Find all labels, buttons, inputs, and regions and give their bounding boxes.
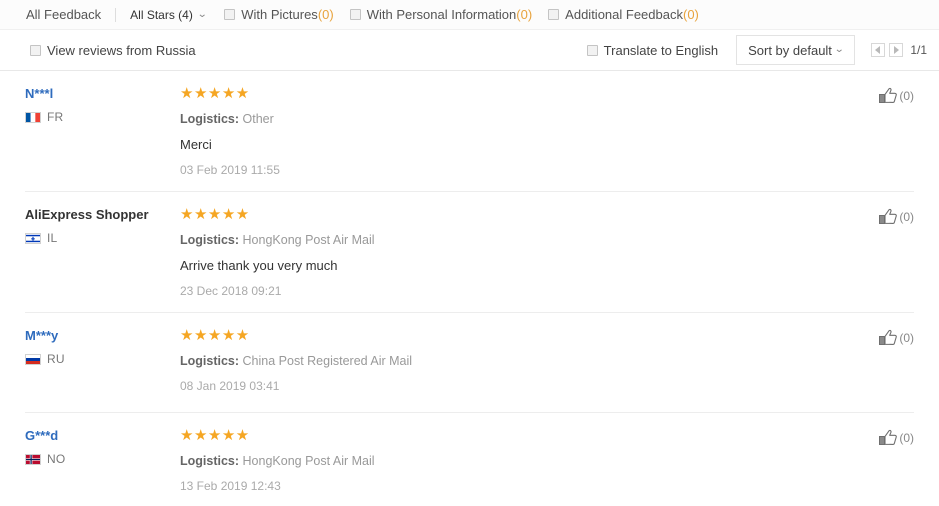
review-star-rating: ★★★★★ (180, 427, 250, 444)
review-logistics: Logistics: HongKong Post Air Mail (180, 232, 914, 248)
review-star-rating: ★★★★★ (180, 327, 250, 344)
review-logistics-label: Logistics: (180, 454, 240, 468)
thumbs-up-icon (879, 429, 898, 445)
review-logistics-label: Logistics: (180, 354, 240, 368)
review-date: 03 Feb 2019 11:55 (180, 163, 280, 177)
additional-feedback-count: (0) (682, 7, 699, 22)
review-logistics-value: HongKong Post Air Mail (242, 233, 375, 247)
review-helpful-count: (0) (899, 331, 914, 345)
with-personal-information-label: With Personal Information (366, 7, 517, 22)
flag-israel-icon (25, 232, 41, 244)
pagination: 1/1 (871, 43, 927, 57)
filter-with-pictures[interactable]: With Pictures (0) (224, 7, 334, 22)
review-date: 13 Feb 2019 12:43 (180, 479, 281, 493)
review-country: FR (25, 110, 155, 124)
review-username: AliExpress Shopper (25, 207, 149, 222)
with-personal-information-checkbox[interactable] (349, 9, 361, 20)
feedback-options-bar: View reviews from Russia Translate to En… (0, 30, 939, 71)
filter-all-feedback[interactable]: All Feedback (26, 7, 115, 22)
review-country-code: RU (47, 352, 65, 366)
filter-with-personal-information[interactable]: With Personal Information (0) (349, 7, 533, 22)
review-country-code: FR (47, 110, 64, 124)
pagination-prev-button[interactable] (871, 43, 886, 57)
review-body-column: ★★★★★ Logistics: Other Merci 03 Feb 2019… (155, 85, 914, 178)
filter-all-stars-dropdown[interactable]: All Stars (4) ⌄ (130, 7, 208, 22)
review-date: 08 Jan 2019 03:41 (180, 379, 280, 393)
with-pictures-label: With Pictures (241, 7, 318, 22)
sort-dropdown-label: Sort by default (748, 42, 832, 58)
review-logistics: Logistics: China Post Registered Air Mai… (180, 353, 914, 369)
review-date: 23 Dec 2018 09:21 (180, 284, 282, 298)
review-logistics-label: Logistics: (180, 112, 240, 126)
filter-divider (115, 7, 117, 22)
review-item: N***l FR ★★★★★ Logistics: Other Merci 03… (25, 71, 914, 192)
review-helpful-button[interactable]: (0) (878, 87, 914, 105)
review-helpful-button[interactable]: (0) (878, 208, 914, 226)
pagination-next-button[interactable] (889, 43, 904, 57)
review-body-column: ★★★★★ Logistics: HongKong Post Air Mail … (155, 427, 914, 500)
review-helpful-button[interactable]: (0) (878, 329, 914, 347)
review-username[interactable]: M***y (25, 328, 58, 344)
review-logistics-value: China Post Registered Air Mail (242, 354, 413, 368)
flag-france-icon (25, 111, 41, 123)
with-personal-information-count: (0) (516, 7, 533, 22)
flag-russia-icon (25, 353, 41, 365)
review-logistics: Logistics: HongKong Post Air Mail (180, 453, 914, 469)
pagination-page-indicator: 1/1 (910, 43, 927, 57)
review-helpful-count: (0) (899, 89, 914, 103)
with-pictures-count: (0) (317, 7, 334, 22)
filter-all-stars-label: All Stars (4) (130, 7, 193, 22)
additional-feedback-label: Additional Feedback (565, 7, 683, 22)
review-country: IL (25, 231, 155, 245)
review-user-column: M***y RU (25, 327, 155, 399)
review-body-column: ★★★★★ Logistics: HongKong Post Air Mail … (155, 206, 914, 299)
review-comment: Arrive thank you very much (180, 258, 338, 273)
review-helpful-count: (0) (899, 210, 914, 224)
review-star-rating: ★★★★★ (180, 206, 250, 223)
additional-feedback-checkbox[interactable] (548, 9, 560, 20)
review-helpful-button[interactable]: (0) (878, 429, 914, 447)
review-user-column: N***l FR (25, 85, 155, 178)
with-pictures-checkbox[interactable] (224, 9, 236, 20)
review-item: AliExpress Shopper IL ★★★★★ Logistics: H… (25, 192, 914, 313)
review-country-code: NO (47, 452, 66, 466)
review-logistics-label: Logistics: (180, 233, 240, 247)
review-country: NO (25, 452, 155, 466)
thumbs-up-icon (879, 87, 898, 103)
review-user-column: AliExpress Shopper IL (25, 206, 155, 299)
review-body-column: ★★★★★ Logistics: China Post Registered A… (155, 327, 914, 399)
review-item: G***d NO ★★★★★ Logistics: HongKong Post … (25, 413, 914, 506)
review-list: N***l FR ★★★★★ Logistics: Other Merci 03… (0, 71, 939, 506)
review-comment: Merci (180, 137, 212, 152)
chevron-down-icon: ⌄ (196, 8, 208, 20)
review-country: RU (25, 352, 155, 366)
review-logistics-value: HongKong Post Air Mail (242, 454, 375, 468)
review-logistics: Logistics: Other (180, 111, 914, 127)
review-country-code: IL (47, 231, 58, 245)
feedback-filter-bar: All Feedback All Stars (4) ⌄ With Pictur… (0, 0, 939, 30)
triangle-right-icon (894, 46, 900, 54)
review-username[interactable]: N***l (25, 86, 53, 102)
thumbs-up-icon (879, 208, 898, 224)
translate-to-english-option[interactable]: Translate to English (586, 42, 719, 58)
sort-dropdown[interactable]: Sort by default ⌄ (736, 35, 856, 65)
review-user-column: G***d NO (25, 427, 155, 500)
flag-norway-icon (25, 453, 41, 465)
translate-to-english-checkbox[interactable] (586, 44, 598, 56)
review-logistics-value: Other (242, 112, 274, 126)
triangle-left-icon (875, 46, 881, 54)
review-item: M***y RU ★★★★★ Logistics: China Post Reg… (25, 313, 914, 413)
review-star-rating: ★★★★★ (180, 85, 250, 102)
translate-to-english-label: Translate to English (603, 42, 719, 58)
view-reviews-from-russia-checkbox[interactable] (30, 44, 41, 56)
filter-additional-feedback[interactable]: Additional Feedback (0) (548, 7, 699, 22)
view-reviews-from-russia-label: View reviews from Russia (47, 42, 196, 58)
review-username[interactable]: G***d (25, 428, 58, 444)
chevron-down-icon: ⌄ (833, 44, 845, 55)
thumbs-up-icon (879, 329, 898, 345)
view-reviews-from-russia-option[interactable]: View reviews from Russia (30, 43, 196, 58)
review-helpful-count: (0) (899, 431, 914, 445)
